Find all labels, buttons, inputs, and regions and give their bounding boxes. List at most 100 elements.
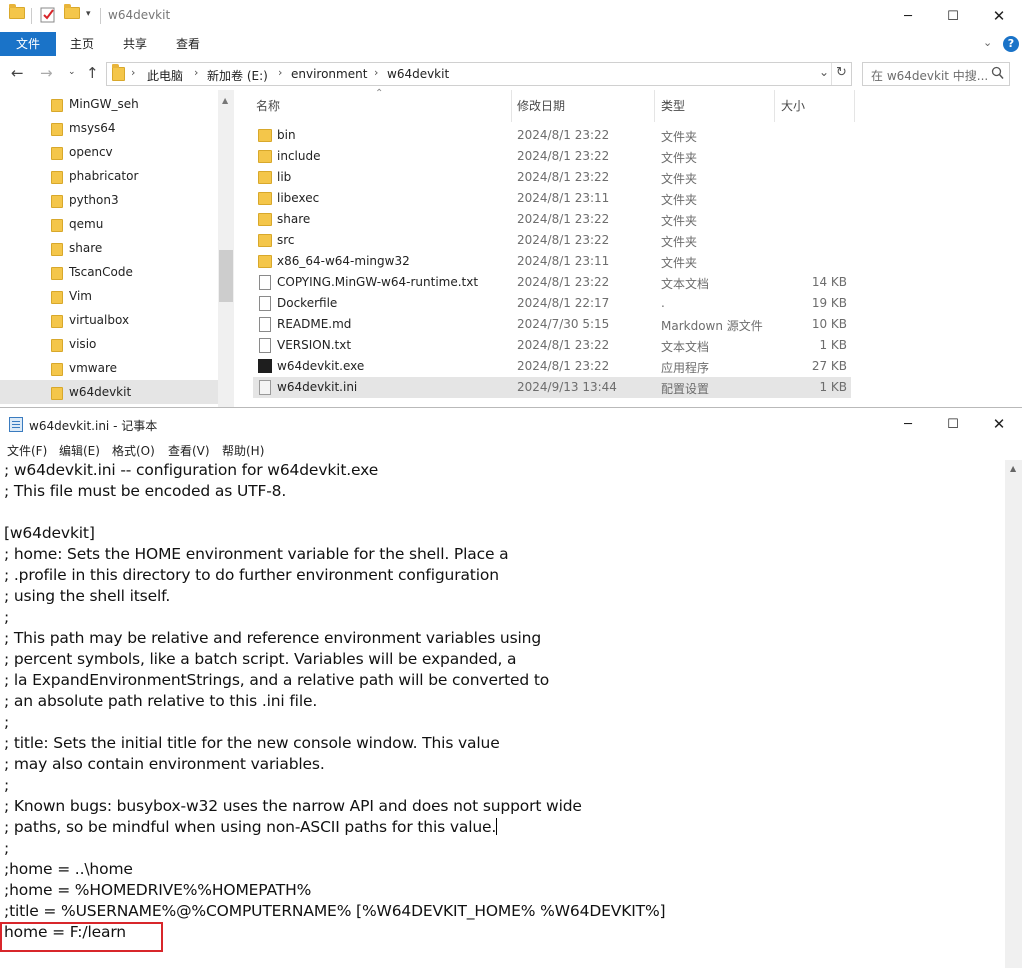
text-line: ;	[4, 776, 10, 794]
tree-item[interactable]: visio	[0, 332, 218, 356]
back-icon[interactable]: ←	[11, 64, 24, 82]
tab-view[interactable]: 查看	[176, 32, 200, 56]
tree-item[interactable]: MinGW_seh	[0, 92, 218, 116]
tree-item[interactable]: Vim	[0, 284, 218, 308]
file-row[interactable]: lib 2024/8/1 23:22 文件夹	[253, 167, 851, 188]
breadcrumb-separator-icon[interactable]: ›	[374, 66, 378, 79]
search-placeholder: 在 w64devkit 中搜...	[871, 69, 989, 83]
tree-item-label: msys64	[69, 121, 116, 135]
breadcrumb-separator-icon[interactable]: ›	[131, 66, 135, 79]
refresh-icon[interactable]: ↻	[836, 65, 847, 80]
file-date: 2024/8/1 23:22	[517, 128, 610, 142]
breadcrumb-environment[interactable]: environment	[291, 67, 367, 81]
menu-file[interactable]: 文件(F)	[7, 442, 47, 459]
breadcrumb-separator-icon[interactable]: ›	[278, 66, 282, 79]
search-box[interactable]: 在 w64devkit 中搜...	[862, 62, 1010, 86]
minimize-button[interactable]: ─	[885, 408, 931, 440]
tree-item[interactable]: phabricator	[0, 164, 218, 188]
file-row[interactable]: libexec 2024/8/1 23:11 文件夹	[253, 188, 851, 209]
tree-item[interactable]: qemu	[0, 212, 218, 236]
file-type: 文本文档	[661, 340, 710, 354]
file-row[interactable]: src 2024/8/1 23:22 文件夹	[253, 230, 851, 251]
maximize-button[interactable]: ☐	[930, 408, 976, 440]
new-folder-icon[interactable]	[64, 4, 80, 19]
minimize-button[interactable]: ─	[885, 0, 931, 32]
text-editor-area[interactable]: ; w64devkit.ini -- configuration for w64…	[4, 460, 1004, 943]
tree-item[interactable]: opencv	[0, 140, 218, 164]
folder-icon	[258, 129, 272, 142]
file-row[interactable]: COPYING.MinGW-w64-runtime.txt 2024/8/1 23…	[253, 272, 851, 293]
quick-access-dropdown-icon[interactable]: ▾	[86, 9, 91, 19]
tree-item[interactable]: share	[0, 236, 218, 260]
scroll-up-icon[interactable]: ▲	[1010, 464, 1016, 473]
column-name[interactable]: 名称	[256, 90, 280, 122]
tree-item[interactable]: w64devkit	[0, 380, 218, 404]
file-row[interactable]: share 2024/8/1 23:22 文件夹	[253, 209, 851, 230]
file-row[interactable]: w64devkit.exe 2024/8/1 23:22 应用程序 27 KB	[253, 356, 851, 377]
tree-item-label: TscanCode	[69, 265, 133, 279]
breadcrumb-this-pc[interactable]: 此电脑	[147, 67, 183, 84]
tree-item[interactable]: vmware	[0, 356, 218, 380]
help-icon[interactable]: ?	[1003, 36, 1019, 52]
folder-icon	[51, 267, 63, 280]
file-row[interactable]: bin 2024/8/1 23:22 文件夹	[253, 125, 851, 146]
scrollbar-thumb[interactable]	[219, 250, 233, 302]
column-type[interactable]: 类型	[661, 90, 685, 122]
scroll-up-icon[interactable]: ▲	[222, 96, 228, 105]
menu-format[interactable]: 格式(O)	[112, 442, 155, 459]
menu-view[interactable]: 查看(V)	[168, 442, 210, 459]
forward-icon[interactable]: →	[40, 64, 53, 82]
tree-item-label: phabricator	[69, 169, 139, 183]
file-date: 2024/8/1 23:22	[517, 170, 610, 184]
address-bar[interactable]: › 此电脑 › 新加卷 (E:) › environment › w64devk…	[106, 62, 852, 86]
tree-item[interactable]: msys64	[0, 116, 218, 140]
expand-ribbon-icon[interactable]: ⌄	[983, 36, 992, 49]
close-button[interactable]: ✕	[976, 0, 1022, 32]
folder-icon	[51, 243, 63, 256]
folder-icon	[51, 123, 63, 136]
tree-item[interactable]: TscanCode	[0, 260, 218, 284]
breadcrumb-separator-icon[interactable]: ›	[194, 66, 198, 79]
properties-icon[interactable]	[40, 7, 56, 23]
tab-home[interactable]: 主页	[70, 32, 94, 56]
editor-scrollbar[interactable]: ▲	[1005, 460, 1022, 968]
text-line: ;	[4, 713, 10, 731]
up-icon[interactable]: ↑	[86, 64, 99, 82]
notepad-menu-bar: 文件(F) 编辑(E) 格式(O) 查看(V) 帮助(H)	[0, 440, 1022, 460]
file-row[interactable]: Dockerfile 2024/8/1 22:17. 19 KB	[253, 293, 851, 314]
document-icon	[259, 338, 271, 353]
menu-edit[interactable]: 编辑(E)	[59, 442, 100, 459]
tab-file[interactable]: 文件	[0, 32, 56, 56]
ribbon-tabs: 文件 主页 共享 查看 ⌄ ?	[0, 32, 1022, 56]
search-icon[interactable]	[991, 66, 1004, 83]
tab-share[interactable]: 共享	[123, 32, 147, 56]
file-row[interactable]: x86_64-w64-mingw32 2024/8/1 23:11 文件夹	[253, 251, 851, 272]
file-row[interactable]: VERSION.txt 2024/8/1 23:22 文本文档 1 KB	[253, 335, 851, 356]
file-row[interactable]: README.md 2024/7/30 5:15 Markdown 源文件 10 KB	[253, 314, 851, 335]
menu-help[interactable]: 帮助(H)	[222, 442, 264, 459]
navigation-pane-scrollbar[interactable]: ▲	[218, 90, 234, 407]
file-type: Markdown 源文件	[661, 319, 763, 333]
close-button[interactable]: ✕	[976, 408, 1022, 440]
document-icon	[259, 296, 271, 311]
tree-item[interactable]: virtualbox	[0, 308, 218, 332]
address-row: ← → ⌄ ↑ › 此电脑 › 新加卷 (E:) › environment ›…	[0, 60, 1022, 90]
file-name: w64devkit.ini	[277, 380, 358, 394]
tree-item[interactable]: python3	[0, 188, 218, 212]
file-row[interactable]: w64devkit.ini 2024/9/13 13:44 配置设置 1 KB	[253, 377, 851, 398]
column-date-modified[interactable]: 修改日期	[517, 90, 565, 122]
folder-icon	[258, 171, 272, 184]
text-line: ; title: Sets the initial title for the …	[4, 734, 500, 752]
address-dropdown-icon[interactable]: ⌄	[819, 65, 829, 79]
breadcrumb-drive[interactable]: 新加卷 (E:)	[207, 67, 268, 84]
maximize-button[interactable]: ☐	[930, 0, 976, 32]
folder-icon	[51, 387, 63, 400]
column-size[interactable]: 大小	[781, 90, 805, 122]
text-line: ;title = %USERNAME%@%COMPUTERNAME% [%W64…	[4, 902, 666, 920]
file-name: lib	[277, 170, 292, 184]
file-name: libexec	[277, 191, 320, 205]
file-row[interactable]: include 2024/8/1 23:22 文件夹	[253, 146, 851, 167]
recent-locations-icon[interactable]: ⌄	[68, 67, 76, 77]
breadcrumb-w64devkit[interactable]: w64devkit	[387, 67, 449, 81]
file-name: bin	[277, 128, 296, 142]
